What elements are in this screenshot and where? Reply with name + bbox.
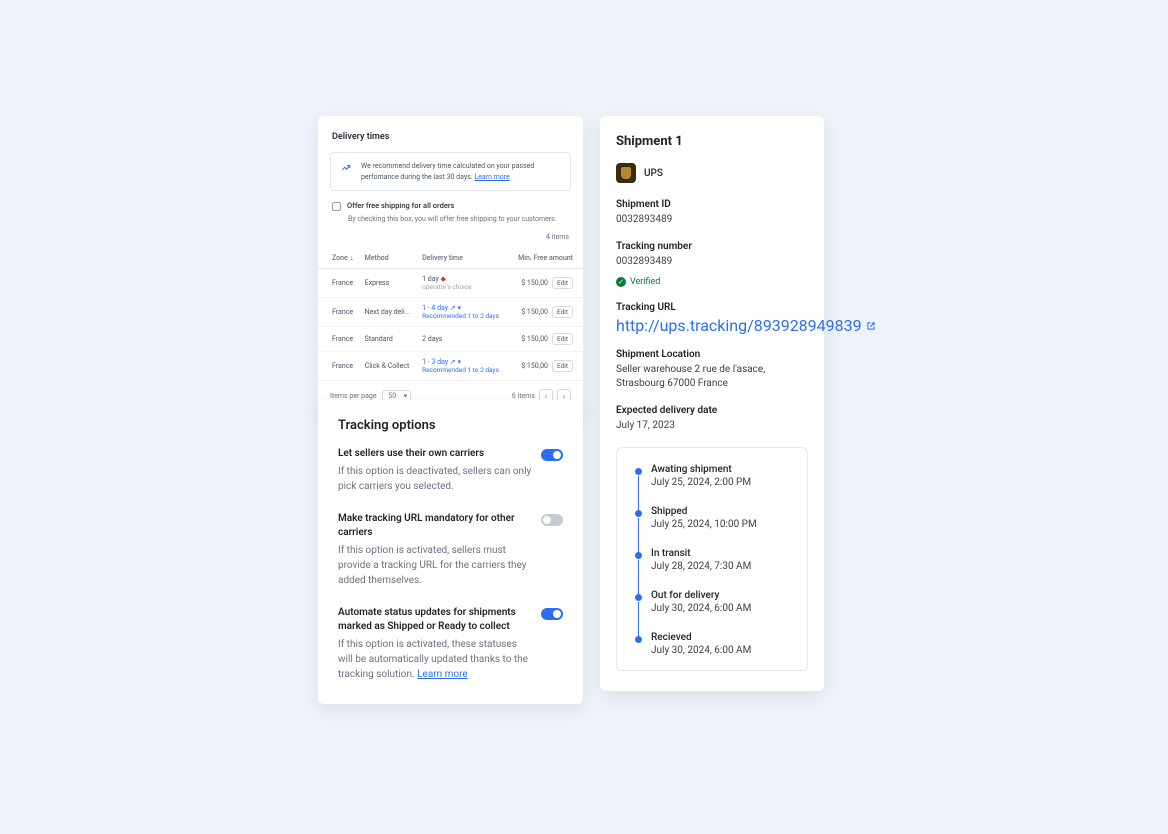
learn-more-link[interactable]: Learn more: [417, 669, 468, 680]
free-shipping-label: Offer free shipping for all orders: [347, 201, 454, 210]
field-expected-date: Expected delivery date July 17, 2023: [616, 405, 808, 433]
timeline-title: In transit: [651, 548, 793, 559]
item-count: 4 items: [318, 233, 583, 247]
tracking-option: Automate status updates for shipments ma…: [338, 606, 563, 682]
learn-more-link[interactable]: Learn more: [474, 173, 509, 181]
option-title: Make tracking URL mandatory for other ca…: [338, 512, 533, 540]
sort-down-icon: ↓: [350, 253, 354, 262]
timeline-date: July 30, 2024, 6:00 AM: [651, 603, 793, 614]
edit-button[interactable]: Edit: [552, 360, 573, 372]
timeline-date: July 25, 2024, 2:00 PM: [651, 477, 793, 488]
timeline-title: Recieved: [651, 632, 793, 643]
free-shipping-row: Offer free shipping for all orders: [318, 201, 583, 215]
cell-method: Express: [361, 269, 418, 298]
cell-time: 1 day ◆operator's choice: [418, 269, 509, 298]
cell-zone: France: [318, 269, 361, 298]
shipment-title: Shipment 1: [616, 134, 808, 149]
cell-time: 1 - 3 day ↗ ▾Recommended 1 to 2 days: [418, 352, 509, 381]
cell-amount: $ 150,00Edit: [509, 352, 583, 381]
table-row: FranceExpress1 day ◆operator's choice$ 1…: [318, 269, 583, 298]
field-location: Shipment Location Seller warehouse 2 rue…: [616, 349, 808, 391]
trend-icon: [341, 163, 351, 173]
tracking-url-link[interactable]: http://ups.tracking/893928949839: [616, 316, 876, 335]
col-time[interactable]: Delivery time: [418, 247, 509, 269]
free-shipping-sublabel: By checking this box, you will offer fre…: [318, 215, 583, 233]
timeline-item: In transit July 28, 2024, 7:30 AM: [633, 548, 793, 590]
option-title: Let sellers use their own carriers: [338, 447, 533, 461]
free-shipping-checkbox[interactable]: [332, 202, 341, 211]
cell-amount: $ 150,00Edit: [509, 327, 583, 352]
timeline-date: July 30, 2024, 6:00 AM: [651, 645, 793, 656]
cell-zone: France: [318, 298, 361, 327]
timeline-title: Shipped: [651, 506, 793, 517]
option-title: Automate status updates for shipments ma…: [338, 606, 533, 634]
timeline-item: Recieved July 30, 2024, 6:00 AM: [633, 632, 793, 656]
carrier-name: UPS: [644, 168, 663, 179]
col-zone[interactable]: Zone↓: [318, 247, 361, 269]
toggle[interactable]: [541, 608, 563, 620]
card-title: Delivery times: [318, 116, 583, 152]
table-row: FranceStandard2 days$ 150,00Edit: [318, 327, 583, 352]
edit-button[interactable]: Edit: [552, 333, 573, 345]
carrier-row: UPS: [616, 163, 808, 183]
trend-icon: ↗: [450, 358, 456, 366]
shipment-timeline: Awating shipment July 25, 2024, 2:00 PM Sh…: [616, 447, 808, 671]
canvas: Delivery times We recommend delivery tim…: [0, 0, 1168, 834]
field-shipment-id: Shipment ID 0032893489: [616, 199, 808, 227]
field-tracking-url: Tracking URL http://ups.tracking/8939289…: [616, 302, 808, 335]
table-row: FranceClick & Collect1 - 3 day ↗ ▾Recomm…: [318, 352, 583, 381]
carrier-logo-ups: [616, 163, 636, 183]
page-count: 6 items: [512, 392, 535, 400]
shipment-card: Shipment 1 UPS Shipment ID 0032893489 Tr…: [600, 116, 824, 691]
cell-method: Standard: [361, 327, 418, 352]
cell-zone: France: [318, 327, 361, 352]
table-row: FranceNext day deli...1 - 4 day ↗ ▾Recom…: [318, 298, 583, 327]
tracking-option: Make tracking URL mandatory for other ca…: [338, 512, 563, 588]
cell-amount: $ 150,00Edit: [509, 298, 583, 327]
option-desc: If this option is activated, these statu…: [338, 637, 533, 682]
check-circle-icon: ✓: [616, 277, 626, 287]
edit-button[interactable]: Edit: [552, 277, 573, 289]
timeline-date: July 25, 2024, 10:00 PM: [651, 519, 793, 530]
cell-zone: France: [318, 352, 361, 381]
field-tracking-number: Tracking number 0032893489 ✓ Verified: [616, 241, 808, 288]
edit-button[interactable]: Edit: [552, 306, 573, 318]
tracking-option: Let sellers use their own carriers If thi…: [338, 447, 563, 494]
timeline-date: July 28, 2024, 7:30 AM: [651, 561, 793, 572]
items-per-page: Items per page 50: [330, 392, 411, 400]
card-title: Tracking options: [338, 418, 563, 433]
col-min-amount[interactable]: Min. Free amount: [509, 247, 583, 269]
cell-method: Next day deli...: [361, 298, 418, 327]
cell-time: 1 - 4 day ↗ ▾Recommended 1 to 2 days: [418, 298, 509, 327]
toggle[interactable]: [541, 514, 563, 526]
status-badge: ✓ Verified: [616, 277, 660, 287]
option-desc: If this option is activated, sellers mus…: [338, 543, 533, 588]
col-method[interactable]: Method: [361, 247, 418, 269]
tracking-options-card: Tracking options Let sellers use their o…: [318, 400, 583, 704]
cell-amount: $ 150,00Edit: [509, 269, 583, 298]
timeline-title: Awating shipment: [651, 464, 793, 475]
delivery-times-card: Delivery times We recommend delivery tim…: [318, 116, 583, 415]
timeline-title: Out for delivery: [651, 590, 793, 601]
timeline-item: Shipped July 25, 2024, 10:00 PM: [633, 506, 793, 548]
toggle[interactable]: [541, 449, 563, 461]
cell-method: Click & Collect: [361, 352, 418, 381]
cell-time: 2 days: [418, 327, 509, 352]
timeline-item: Awating shipment July 25, 2024, 2:00 PM: [633, 464, 793, 506]
delivery-table: Zone↓ Method Delivery time Min. Free amo…: [318, 247, 583, 381]
recommendation-banner: We recommend delivery time calculated on…: [330, 152, 571, 191]
trend-icon: ↗: [450, 304, 456, 312]
option-desc: If this option is deactivated, sellers c…: [338, 464, 533, 494]
timeline-item: Out for delivery July 30, 2024, 6:00 AM: [633, 590, 793, 632]
warning-icon: ◆: [441, 275, 446, 283]
external-link-icon: [866, 321, 876, 331]
